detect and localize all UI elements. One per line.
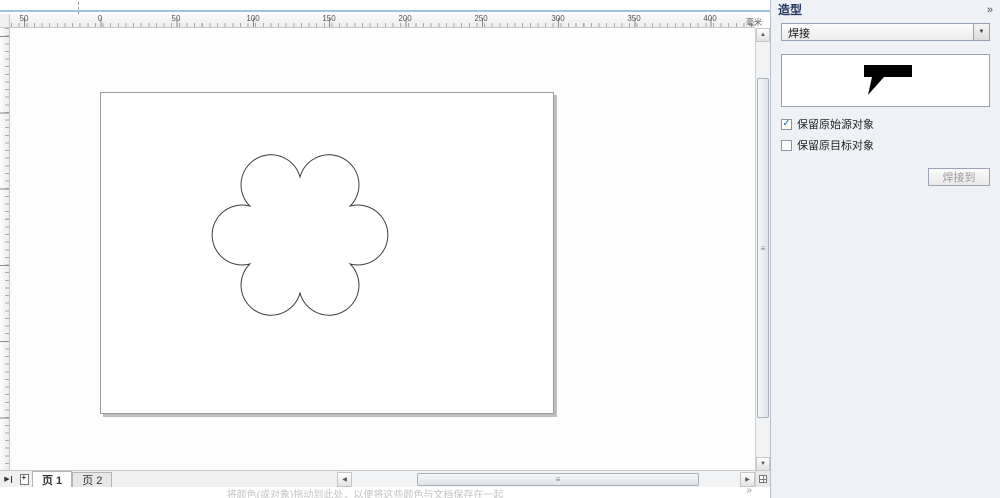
grip-icon: ≡ <box>555 475 561 484</box>
scroll-down-button[interactable]: ▼ <box>756 457 770 471</box>
checkbox-unchecked-icon[interactable] <box>781 139 792 151</box>
ruler-label: 350 <box>627 14 641 23</box>
shaping-docker: 造型 » 焊接 ▼ ✓ 保留原始源对象 保留原目标对象 焊接到 <box>770 0 1000 498</box>
ruler-label: 300 <box>551 14 565 23</box>
palette-hint-text: 将颜色(或对象)拖动到此处，以便将这些颜色与文档保存在一起 <box>226 490 504 498</box>
last-page-icon: ▶ <box>4 475 12 483</box>
ruler-label: 0 <box>97 14 103 23</box>
arrow-down-icon: ▼ <box>760 461 766 467</box>
keep-target-option[interactable]: 保留原目标对象 <box>781 137 990 153</box>
add-page-button[interactable]: + <box>16 471 32 487</box>
docker-action-row: 焊接到 <box>781 168 990 186</box>
shaping-mode-dropdown[interactable]: 焊接 ▼ <box>781 23 990 41</box>
vertical-ruler[interactable] <box>0 28 10 470</box>
status-expand-icon[interactable]: » <box>746 485 752 496</box>
navigator-button[interactable] <box>755 470 770 487</box>
ruler-label: 400 <box>703 14 717 23</box>
navigator-icon <box>759 475 767 483</box>
status-bar: 将颜色(或对象)拖动到此处，以便将这些颜色与文档保存在一起 » <box>0 485 770 498</box>
arrow-left-icon: ◀ <box>342 477 347 483</box>
ruler-unit-label: 毫米 <box>746 18 762 27</box>
scroll-left-button[interactable]: ◀ <box>337 472 352 487</box>
dropdown-button[interactable]: ▼ <box>973 24 989 40</box>
drawing-canvas[interactable] <box>10 28 755 470</box>
docker-title: 造型 <box>778 3 803 17</box>
arrow-right-icon: ▶ <box>745 477 750 483</box>
keep-source-option[interactable]: ✓ 保留原始源对象 <box>781 116 990 132</box>
ruler-label: 50 <box>19 14 29 23</box>
grip-icon: ≡ <box>760 243 766 253</box>
goto-last-page-button[interactable]: ▶ <box>0 471 16 487</box>
docker-collapse-button[interactable]: » <box>987 4 993 16</box>
vertical-scrollbar-thumb[interactable]: ≡ <box>757 78 769 418</box>
property-bar-edge <box>0 0 770 12</box>
weld-to-button[interactable]: 焊接到 <box>928 168 990 186</box>
page-tab-bar: ▶ + 页 1 页 2 <box>0 470 337 487</box>
app-window: 50 0 50 100 150 200 250 300 350 400 毫米 ▲… <box>0 0 1000 498</box>
add-page-icon: + <box>19 473 29 485</box>
ruler-label: 200 <box>398 14 412 23</box>
vertical-scrollbar[interactable]: ▲ ≡ ▼ <box>755 28 770 471</box>
ruler-major-ticks <box>0 35 9 470</box>
keep-source-label: 保留原始源对象 <box>797 119 874 131</box>
weld-preview-box <box>781 54 990 107</box>
ruler-label: 50 <box>171 14 181 23</box>
docker-header: 造型 » <box>771 0 1000 19</box>
horizontal-scrollbar-thumb[interactable]: ≡ <box>417 473 699 486</box>
checkbox-checked-icon[interactable]: ✓ <box>781 118 792 130</box>
docker-body: 焊接 ▼ ✓ 保留原始源对象 保留原目标对象 焊接到 <box>771 19 1000 186</box>
weld-preview-arrow-icon <box>863 64 912 95</box>
ruler-major-ticks <box>23 18 755 27</box>
page-tab-2[interactable]: 页 2 <box>72 472 113 487</box>
ruler-label: 150 <box>322 14 336 23</box>
ruler-origin-corner[interactable] <box>0 14 10 28</box>
ruler-label: 250 <box>474 14 488 23</box>
ruler-label: 100 <box>246 14 260 23</box>
chevron-down-icon: ▼ <box>978 29 985 35</box>
keep-target-label: 保留原目标对象 <box>797 140 874 152</box>
flower-shape-object[interactable] <box>210 145 390 325</box>
horizontal-scrollbar[interactable]: ◀ ≡ ▶ <box>337 470 755 487</box>
horizontal-ruler[interactable]: 50 0 50 100 150 200 250 300 350 400 <box>10 14 756 28</box>
arrow-up-icon: ▲ <box>760 32 766 38</box>
shaping-mode-value: 焊接 <box>788 28 810 40</box>
scroll-up-button[interactable]: ▲ <box>756 28 770 42</box>
page-tab-1[interactable]: 页 1 <box>32 471 73 487</box>
